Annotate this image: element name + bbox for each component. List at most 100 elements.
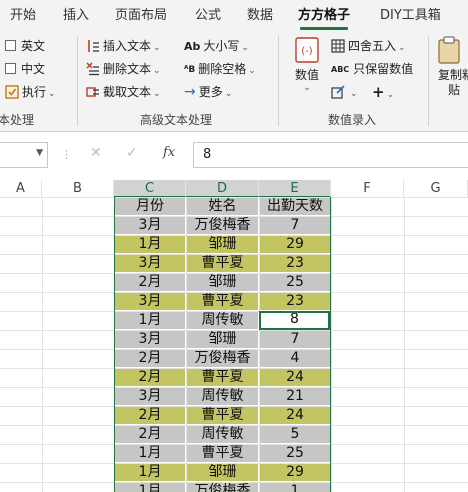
cell-name[interactable]: 曹平夏: [187, 293, 258, 310]
cell-month[interactable]: 3月: [115, 293, 185, 310]
cell-days[interactable]: 25: [260, 274, 330, 291]
formula-input[interactable]: 8: [193, 142, 468, 168]
value-button[interactable]: (-) 数值 ⌄: [288, 36, 326, 93]
table-header-cell[interactable]: 月份: [115, 198, 185, 215]
cell-month[interactable]: 1月: [115, 236, 185, 253]
name-box[interactable]: ▼: [0, 142, 48, 168]
cell-month[interactable]: 2月: [115, 369, 185, 386]
group-divider: [278, 36, 279, 126]
cell-month[interactable]: 1月: [115, 483, 185, 492]
cell-month[interactable]: 2月: [115, 407, 185, 424]
cell-name[interactable]: 万俊梅香: [187, 350, 258, 367]
cell-days[interactable]: 23: [260, 293, 330, 310]
column-header-g[interactable]: G: [404, 180, 468, 198]
cell-days[interactable]: 1: [260, 483, 330, 492]
cell-name[interactable]: 周传敏: [187, 426, 258, 443]
delete-space-button[interactable]: ᴬB 删除空格 ⌄: [184, 59, 256, 79]
round-button[interactable]: 四舍五入 ⌄: [331, 36, 406, 56]
chinese-option[interactable]: 中文: [5, 59, 45, 79]
enter-icon[interactable]: ✓: [126, 145, 138, 161]
tab-home[interactable]: 开始: [10, 0, 36, 32]
english-option[interactable]: 英文: [5, 36, 45, 56]
tab-formulas[interactable]: 公式: [195, 0, 221, 32]
table-header-cell[interactable]: 姓名: [187, 198, 258, 215]
column-header-f[interactable]: F: [331, 180, 404, 198]
tab-data[interactable]: 数据: [247, 0, 273, 32]
cell-month[interactable]: 3月: [115, 388, 185, 405]
cell-name[interactable]: 邹珊: [187, 274, 258, 291]
column-header-a[interactable]: A: [0, 180, 42, 198]
cell-days[interactable]: 4: [260, 350, 330, 367]
insert-text-button[interactable]: 插入文本 ⌄: [86, 36, 161, 56]
cell-name[interactable]: 周传敏: [187, 388, 258, 405]
insert-function-button[interactable]: fx: [163, 145, 175, 160]
edit-dropdown-button[interactable]: ⌄: [331, 82, 358, 102]
active-cell[interactable]: 8: [259, 311, 330, 330]
copy-paste-button[interactable]: 复制粘 贴: [436, 36, 468, 97]
cell-days[interactable]: 25: [260, 445, 330, 462]
cell-month[interactable]: 3月: [115, 217, 185, 234]
plus-dropdown-button[interactable]: + ⌄: [372, 82, 394, 102]
delete-text-label: 删除文本: [103, 62, 152, 76]
cell-days[interactable]: 23: [260, 255, 330, 272]
cell-days[interactable]: 24: [260, 369, 330, 386]
cell-days[interactable]: 7: [260, 217, 330, 234]
tab-fangfang[interactable]: 方方格子: [298, 0, 350, 32]
group-label-text-processing: 本处理: [0, 113, 35, 127]
cell-month[interactable]: 1月: [115, 312, 185, 329]
chevron-down-icon: ⌄: [153, 66, 161, 76]
column-header-b[interactable]: B: [42, 180, 114, 198]
cell-name[interactable]: 周传敏: [187, 312, 258, 329]
group-divider: [77, 36, 78, 126]
chevron-down-icon: ⌄: [350, 89, 358, 99]
cell-days[interactable]: 29: [260, 236, 330, 253]
cell-month[interactable]: 2月: [115, 274, 185, 291]
splitter-handle[interactable]: ⋮: [61, 148, 72, 161]
cell-name[interactable]: 邹珊: [187, 464, 258, 481]
table-header-cell[interactable]: 出勤天数: [260, 198, 330, 215]
cell-name[interactable]: 曹平夏: [187, 407, 258, 424]
tab-page-layout[interactable]: 页面布局: [115, 0, 167, 32]
more-button[interactable]: → 更多 ⌄: [184, 82, 232, 102]
cell-days[interactable]: 5: [260, 426, 330, 443]
cell-name[interactable]: 邹珊: [187, 236, 258, 253]
round-label: 四舍五入: [348, 39, 397, 53]
tab-diy-toolbox[interactable]: DIY工具箱: [380, 0, 441, 32]
chevron-down-icon[interactable]: ▼: [36, 148, 43, 158]
tab-insert[interactable]: 插入: [63, 0, 89, 32]
case-button[interactable]: Ab 大小写 ⌄: [184, 36, 249, 56]
cell-name[interactable]: 曹平夏: [187, 445, 258, 462]
cancel-icon[interactable]: ✕: [90, 145, 102, 161]
column-header-c[interactable]: C: [114, 180, 186, 198]
cell-month[interactable]: 2月: [115, 350, 185, 367]
column-header-d[interactable]: D: [186, 180, 259, 198]
delete-text-button[interactable]: 删除文本 ⌄: [86, 59, 161, 79]
group-label-advanced-text: 高级文本处理: [140, 113, 213, 127]
cell-name[interactable]: 邹珊: [187, 331, 258, 348]
execute-button[interactable]: 执行 ⌄: [5, 82, 56, 102]
cell-month[interactable]: 2月: [115, 426, 185, 443]
cell-days[interactable]: 29: [260, 464, 330, 481]
chevron-down-icon: ⌄: [153, 89, 161, 99]
round-icon: [331, 38, 345, 53]
truncate-text-label: 截取文本: [103, 85, 152, 99]
chinese-checkbox[interactable]: [5, 63, 16, 74]
chevron-down-icon: ⌄: [48, 89, 56, 99]
copy-paste-label: 复制粘: [438, 68, 468, 82]
cell-month[interactable]: 3月: [115, 255, 185, 272]
cell-name[interactable]: 万俊梅香: [187, 217, 258, 234]
truncate-text-button[interactable]: 截取文本 ⌄: [86, 82, 161, 102]
cell-month[interactable]: 3月: [115, 331, 185, 348]
keep-numbers-button[interactable]: ABC 只保留数值: [331, 59, 413, 79]
cell-name[interactable]: 曹平夏: [187, 255, 258, 272]
cell-name[interactable]: 万俊梅香: [187, 483, 258, 492]
english-label: 英文: [21, 39, 46, 53]
cell-month[interactable]: 1月: [115, 464, 185, 481]
cell-month[interactable]: 1月: [115, 445, 185, 462]
english-checkbox[interactable]: [5, 40, 16, 51]
cell-days[interactable]: 24: [260, 407, 330, 424]
column-header-e[interactable]: E: [259, 180, 331, 198]
cell-name[interactable]: 曹平夏: [187, 369, 258, 386]
cell-days[interactable]: 7: [260, 331, 330, 348]
cell-days[interactable]: 21: [260, 388, 330, 405]
